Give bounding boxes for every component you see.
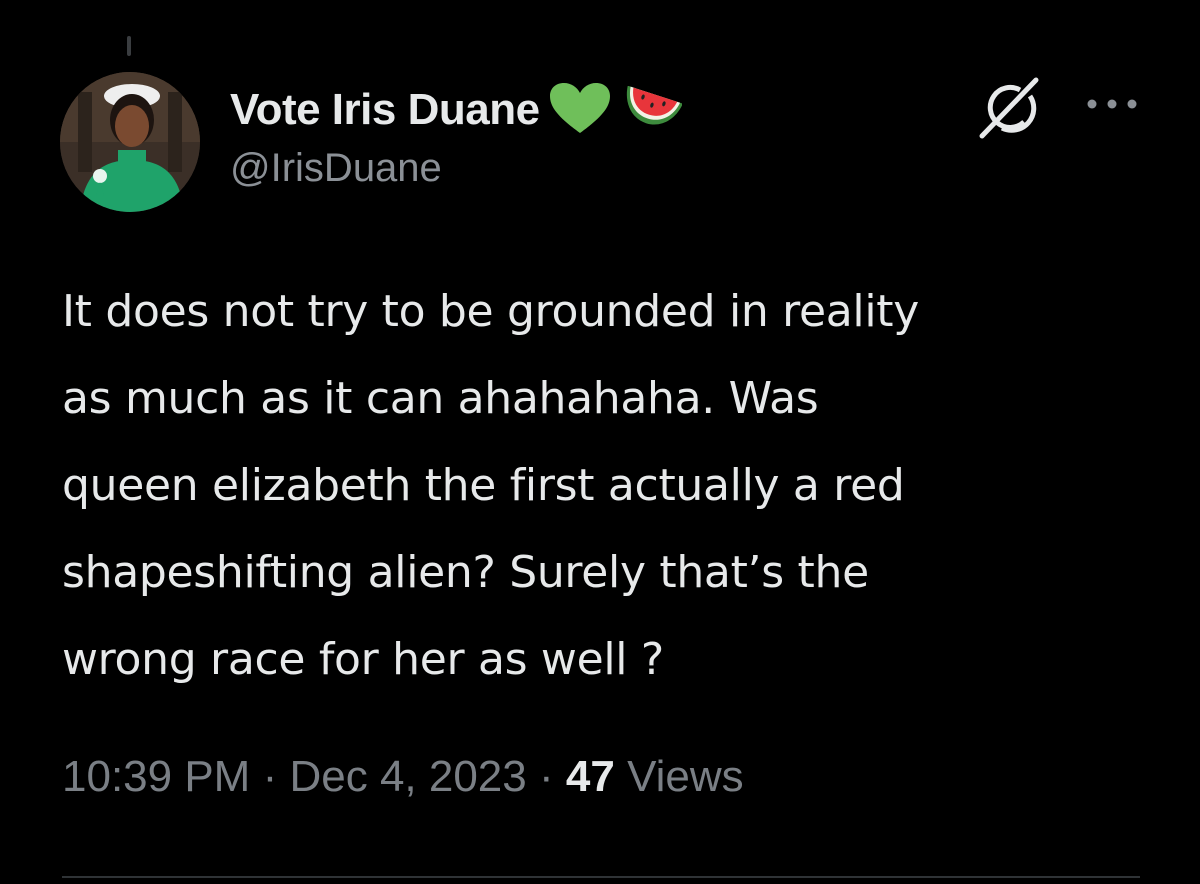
views-label[interactable]: Views <box>627 752 744 801</box>
tweet-text: It does not try to be grounded in realit… <box>62 286 919 685</box>
views-count[interactable]: 47 <box>566 752 615 801</box>
meta-separator: · <box>262 752 278 801</box>
avatar[interactable] <box>60 72 200 212</box>
tweet-date[interactable]: Dec 4, 2023 <box>289 752 526 801</box>
meta-separator-2: · <box>538 752 554 801</box>
display-name-row[interactable]: Vote Iris Duane <box>230 81 683 140</box>
divider <box>62 876 1140 878</box>
author-names: Vote Iris Duane @IrisDuane <box>230 81 683 191</box>
thread-connector-line <box>127 36 131 56</box>
author-handle[interactable]: @IrisDuane <box>230 146 682 191</box>
green-heart-icon <box>548 81 612 140</box>
tweet-detail: Vote Iris Duane @IrisDuane It does not t… <box>0 0 1200 884</box>
grok-icon[interactable] <box>972 72 1044 144</box>
display-name[interactable]: Vote Iris Duane <box>230 85 540 135</box>
avatar-image <box>60 72 200 212</box>
more-options-icon[interactable] <box>1084 92 1140 116</box>
tweet-time[interactable]: 10:39 PM <box>62 752 250 801</box>
tweet-metadata: 10:39 PM · Dec 4, 2023 · 47 Views <box>62 752 744 802</box>
watermelon-icon <box>620 85 683 135</box>
